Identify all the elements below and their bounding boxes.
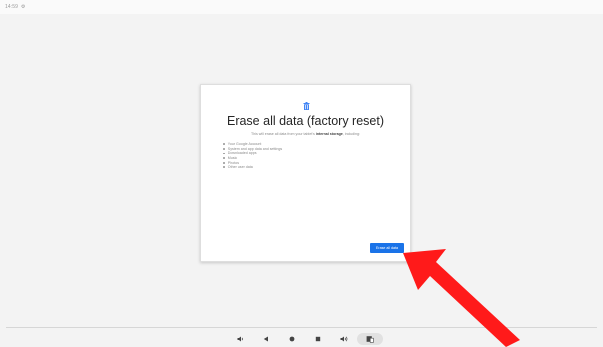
trash-icon <box>303 102 310 110</box>
list-item: Other user data <box>223 165 282 170</box>
volume-up-icon <box>340 336 348 342</box>
description-suffix: , including: <box>342 132 360 136</box>
list-item-label: Photos <box>227 160 239 165</box>
list-item: System and app data and settings <box>223 147 282 152</box>
erase-items-list: Your Google Account System and app data … <box>223 142 282 170</box>
volume-down-icon <box>237 336 243 342</box>
erase-all-data-button[interactable]: Erase all data <box>370 243 404 253</box>
list-item-label: Music <box>227 156 238 161</box>
bullet-icon <box>223 157 225 159</box>
home-button[interactable] <box>286 333 298 345</box>
description-prefix: This will erase all data from your table… <box>251 132 315 136</box>
bullet-icon <box>223 152 225 155</box>
description-bold: internal storage <box>315 132 343 136</box>
factory-reset-card: Erase all data (factory reset) This will… <box>200 84 411 262</box>
gear-icon: ⚙ <box>21 3 26 10</box>
navigation-bar <box>0 328 603 347</box>
list-item-label: Other user data <box>227 165 253 170</box>
screenshot-icon <box>366 336 374 343</box>
bullet-icon <box>223 161 225 164</box>
bullet-icon <box>223 143 225 146</box>
screenshot-button[interactable] <box>357 333 383 345</box>
dialog-description: This will erase all data from your table… <box>207 132 404 136</box>
bullet-icon <box>223 166 225 169</box>
back-button[interactable] <box>260 333 272 345</box>
list-item-label: Your Google Account <box>227 142 262 147</box>
bullet-icon <box>223 147 225 150</box>
overview-icon <box>315 336 321 342</box>
volume-down-button[interactable] <box>234 333 246 345</box>
dialog-title: Erase all data (factory reset) <box>226 114 384 128</box>
back-icon <box>263 336 268 342</box>
list-item-label: System and app data and settings <box>227 146 283 151</box>
status-time: 14:59 <box>5 4 19 10</box>
status-bar: 14:59 ⚙ <box>0 0 603 14</box>
volume-up-button[interactable] <box>338 333 350 345</box>
list-item-label: Downloaded apps <box>227 151 257 156</box>
overview-button[interactable] <box>312 333 324 345</box>
home-icon <box>289 336 295 342</box>
